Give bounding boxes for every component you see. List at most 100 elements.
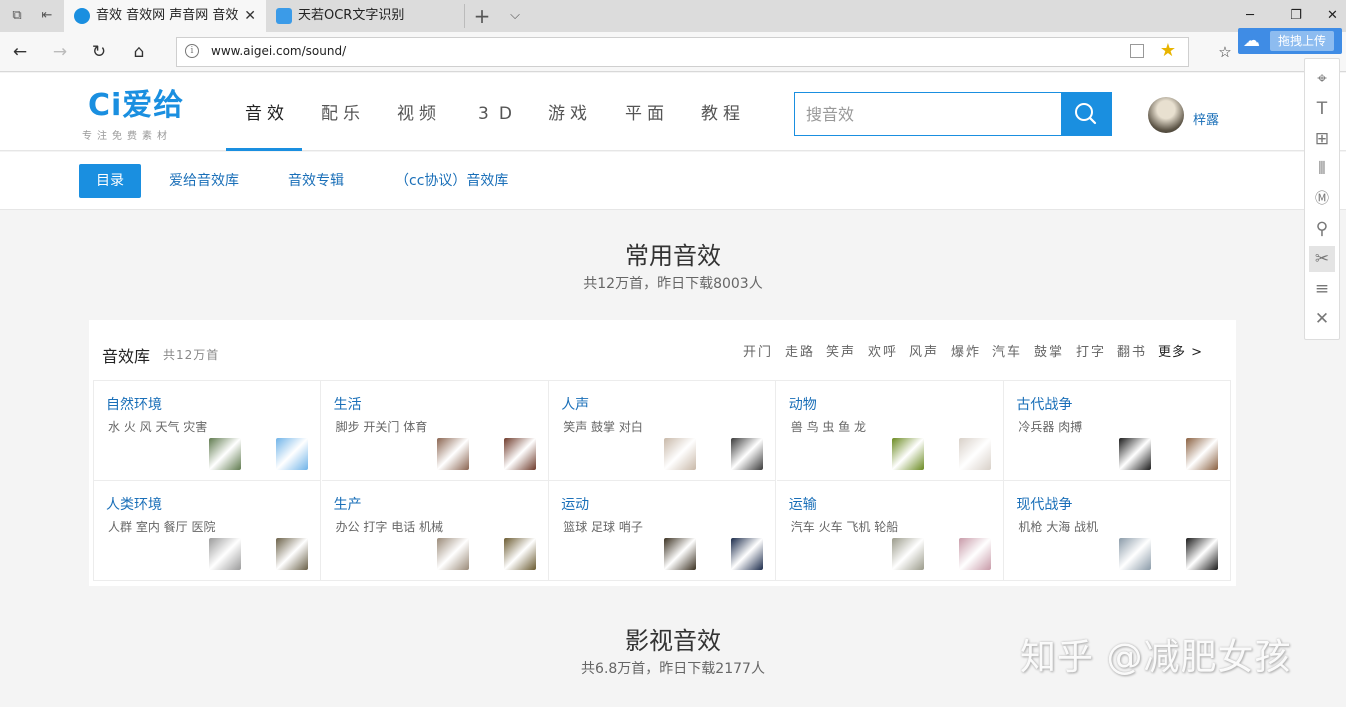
home-icon[interactable]: ⌂ (127, 40, 151, 64)
category-thumbnail[interactable] (503, 438, 536, 470)
more-tags-link[interactable]: 更多 > (1158, 341, 1203, 360)
tag-door[interactable]: 开门 (743, 341, 773, 360)
site-header: Ci爱给 专注免费素材 音效 配乐 视频 3D 游戏 平面 教程 梓露 (0, 73, 1346, 151)
category-cell[interactable]: 自然环境水 火 风 天气 灾害 (94, 381, 321, 481)
category-cell[interactable]: 运动 篮球 足球 哨子 (549, 481, 777, 581)
avatar[interactable] (1148, 97, 1184, 133)
category-name[interactable]: 自然环境 (106, 394, 162, 414)
markdown-icon[interactable]: Ⓜ (1309, 186, 1335, 212)
category-thumbnail[interactable] (209, 438, 241, 470)
category-thumbnail[interactable] (891, 538, 924, 570)
nav-3d[interactable]: 3D (478, 73, 522, 151)
category-cell[interactable]: 运输 汽车 火车 飞机 轮船 (777, 481, 1004, 581)
subnav-link-library[interactable]: 爱给音效库 (169, 164, 239, 198)
search-input[interactable] (795, 93, 1061, 135)
back-icon[interactable]: ← (8, 40, 32, 64)
reading-view-icon[interactable] (1130, 44, 1144, 58)
category-thumbnail[interactable] (664, 438, 697, 470)
text-tool-icon[interactable]: T (1309, 96, 1335, 122)
category-thumbnail[interactable] (1186, 438, 1219, 470)
magnifier-icon[interactable]: ⚲ (1309, 216, 1335, 242)
tab-ocr[interactable]: 天若OCR文字识别 (266, 0, 464, 32)
upload-label[interactable]: 拖拽上传 (1270, 31, 1335, 51)
tab-aigei[interactable]: 音效 音效网 声音网 音效 ✕ (64, 0, 266, 32)
close-tab-icon[interactable]: ✕ (244, 0, 256, 32)
category-name[interactable]: 生产 (334, 494, 362, 514)
username[interactable]: 梓露 (1193, 109, 1219, 128)
tag-car[interactable]: 汽车 (992, 341, 1022, 360)
nav-music[interactable]: 配乐 (321, 73, 365, 151)
table-icon[interactable]: ⊞ (1309, 126, 1335, 152)
category-thumbnail[interactable] (1119, 438, 1152, 470)
category-name[interactable]: 动物 (789, 394, 817, 414)
nav-video[interactable]: 视频 (397, 73, 441, 151)
category-thumbnail[interactable] (958, 438, 991, 470)
scissors-icon[interactable]: ✂ (1309, 246, 1335, 272)
directory-button[interactable]: 目录 (79, 164, 141, 198)
category-cell[interactable]: 现代战争 机枪 大海 战机 (1004, 481, 1231, 581)
nav-graphic[interactable]: 平面 (625, 73, 669, 151)
nav-sound[interactable]: 音效 (245, 73, 289, 151)
category-name[interactable]: 人类环境 (106, 494, 162, 514)
category-name[interactable]: 人声 (561, 394, 589, 414)
cloud-icon: ☁ (1243, 31, 1260, 51)
category-cell[interactable]: 人声 笑声 鼓掌 对白 (549, 381, 777, 481)
tag-wind[interactable]: 风声 (909, 341, 939, 360)
category-thumbnail[interactable] (436, 538, 469, 570)
tag-page-turn[interactable]: 翻书 (1117, 341, 1147, 360)
new-tab-icon[interactable]: + (473, 6, 491, 26)
library-title: 音效库 (102, 347, 151, 366)
category-thumbnail[interactable] (731, 438, 764, 470)
category-thumbnail[interactable] (436, 438, 469, 470)
subnav-link-cc-library[interactable]: （cc协议）音效库 (395, 164, 508, 198)
upload-widget[interactable]: ☁ 拖拽上传 (1238, 28, 1342, 54)
forward-icon[interactable]: → (48, 40, 72, 64)
category-thumbnail[interactable] (1119, 538, 1152, 570)
category-thumbnail[interactable] (891, 438, 924, 470)
tag-cheer[interactable]: 欢呼 (868, 341, 898, 360)
category-thumbnail[interactable] (1186, 538, 1219, 570)
columns-icon[interactable]: ⫴ (1309, 156, 1335, 182)
crosshair-icon[interactable]: ⌖ (1309, 66, 1335, 92)
category-name[interactable]: 古代战争 (1016, 394, 1072, 414)
site-logo[interactable]: Ci爱给 专注免费素材 (82, 87, 198, 143)
refresh-icon[interactable]: ↻ (87, 40, 111, 64)
tab-list-icon[interactable]: ⌵ (506, 7, 524, 25)
favorites-icon[interactable]: ☆ (1213, 40, 1237, 64)
tab-manager-icon[interactable]: ⧉ (8, 7, 26, 25)
tag-laugh[interactable]: 笑声 (826, 341, 856, 360)
active-nav-indicator (226, 148, 302, 151)
info-icon[interactable]: i (185, 44, 199, 58)
category-name[interactable]: 现代战争 (1016, 494, 1072, 514)
category-thumbnail[interactable] (209, 538, 241, 570)
url-text[interactable]: www.aigei.com/sound/ (211, 44, 346, 58)
category-name[interactable]: 运动 (561, 494, 589, 514)
category-cell[interactable]: 生活 脚步 开关门 体育 (321, 381, 549, 481)
category-thumbnail[interactable] (276, 538, 308, 570)
category-cell[interactable]: 生产 办公 打字 电话 机械 (322, 481, 549, 581)
category-name[interactable]: 生活 (334, 394, 362, 414)
nav-game[interactable]: 游戏 (548, 73, 592, 151)
category-thumbnail[interactable] (664, 538, 697, 570)
category-thumbnail[interactable] (731, 538, 764, 570)
category-thumbnail[interactable] (276, 438, 308, 470)
category-thumbnail[interactable] (503, 538, 536, 570)
menu-icon[interactable]: ≡ (1309, 276, 1335, 302)
close-icon[interactable]: ✕ (1309, 306, 1335, 332)
star-icon[interactable]: ★ (1160, 40, 1176, 61)
nav-tutorial[interactable]: 教程 (701, 73, 745, 151)
subnav-link-albums[interactable]: 音效专辑 (288, 164, 344, 198)
aigei-favicon-icon (74, 8, 90, 24)
search-button[interactable] (1061, 93, 1111, 135)
address-bar[interactable]: i www.aigei.com/sound/ ★ (176, 37, 1189, 67)
category-cell[interactable]: 古代战争 冷兵器 肉搏 (1004, 381, 1232, 481)
category-cell[interactable]: 动物兽 鸟 虫 鱼 龙 (776, 381, 1004, 481)
set-aside-tabs-icon[interactable]: ⇤ (38, 7, 56, 25)
tag-typing[interactable]: 打字 (1076, 341, 1106, 360)
category-thumbnail[interactable] (958, 538, 991, 570)
tag-explosion[interactable]: 爆炸 (951, 341, 981, 360)
category-name[interactable]: 运输 (789, 494, 817, 514)
tag-walk[interactable]: 走路 (785, 341, 815, 360)
tag-applause[interactable]: 鼓掌 (1034, 341, 1064, 360)
category-cell[interactable]: 人类环境 人群 室内 餐厅 医院 (94, 481, 321, 581)
